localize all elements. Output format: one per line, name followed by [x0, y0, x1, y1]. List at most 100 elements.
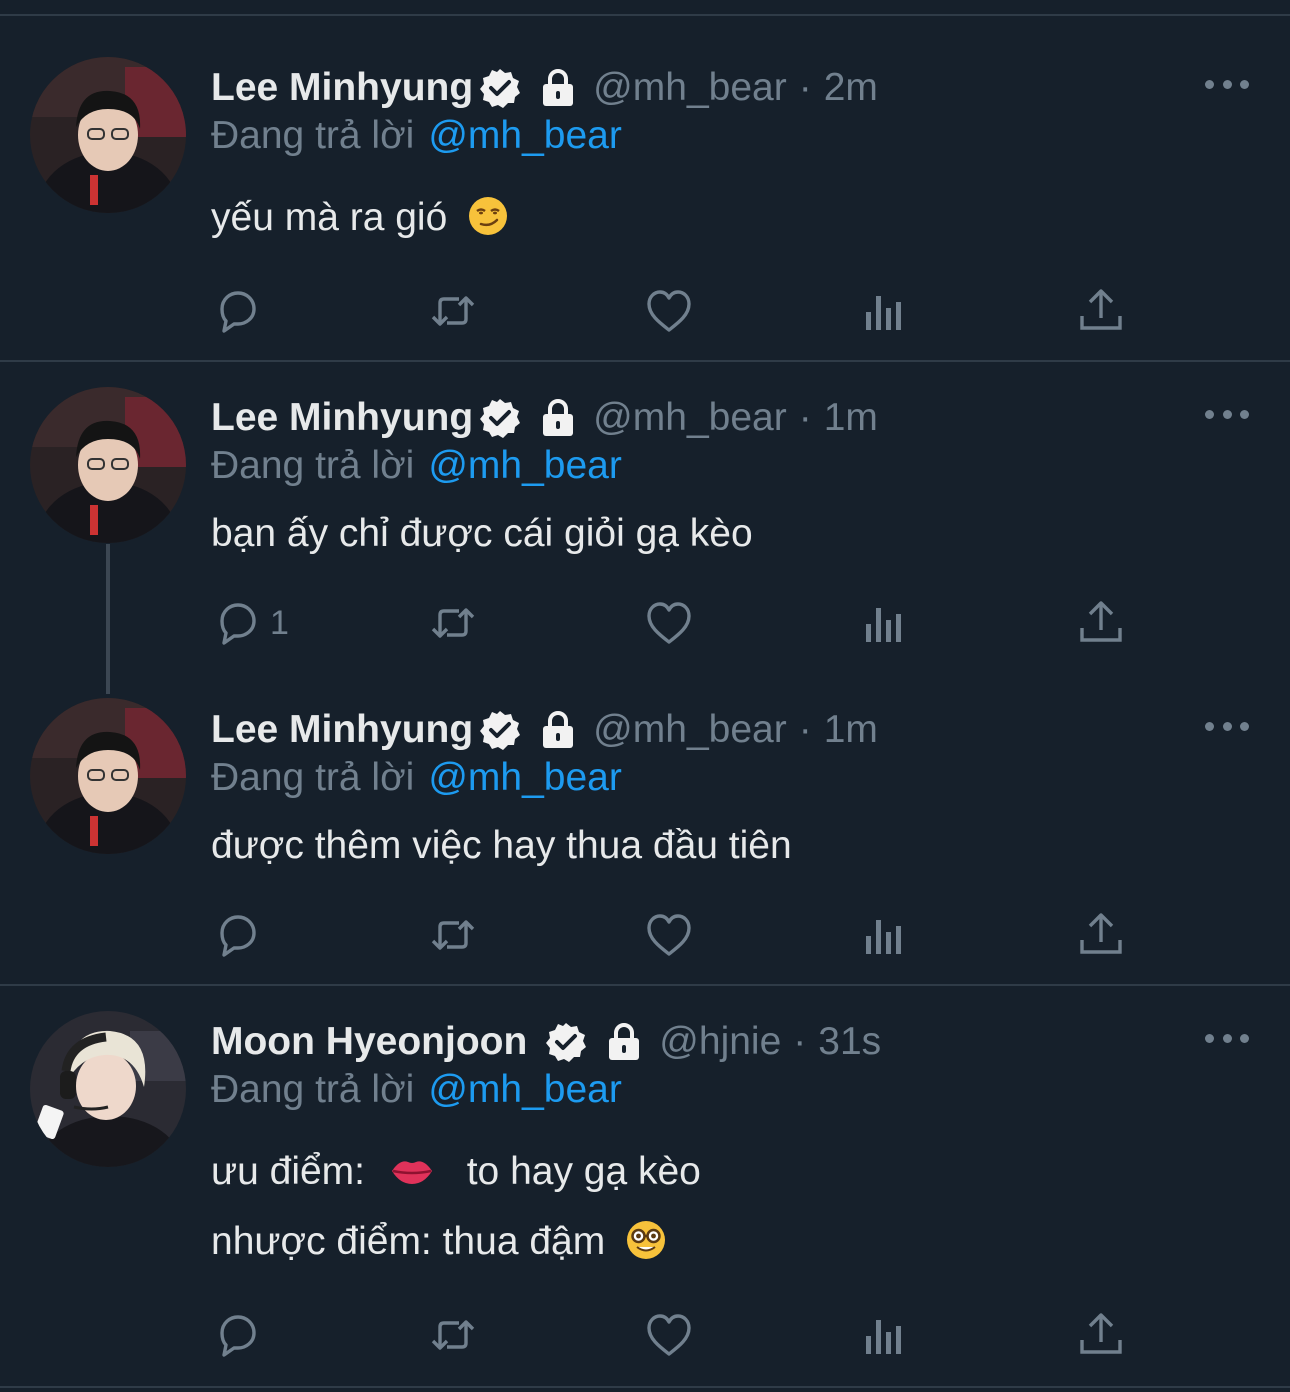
display-name[interactable]: Lee Minhyung [211, 708, 473, 752]
separator-dot: · [793, 1020, 807, 1063]
reply-mention-link[interactable]: @mh_bear [428, 444, 622, 487]
avatar-image [30, 57, 186, 213]
views-button[interactable] [860, 910, 910, 960]
share-button[interactable] [1076, 286, 1126, 336]
retweet-button[interactable] [428, 910, 478, 960]
tweet-text: yếu mà ra gió [211, 196, 508, 240]
tweet-divider [0, 984, 1290, 986]
views-button[interactable] [860, 1310, 910, 1360]
share-button[interactable] [1076, 598, 1126, 648]
handle[interactable]: @hjnie [659, 1020, 781, 1064]
tweet-header: Lee Minhyung @mh_bear · 1m [211, 394, 878, 442]
reply-prefix: Đang trả lời [211, 756, 415, 799]
reply-prefix: Đang trả lời [211, 114, 415, 157]
reply-context: Đang trả lời @mh_bear [211, 756, 622, 800]
handle[interactable]: @mh_bear [593, 708, 787, 752]
more-icon[interactable] [1205, 74, 1249, 94]
like-button[interactable] [644, 598, 694, 648]
retweet-icon [431, 1320, 475, 1350]
like-button[interactable] [644, 910, 694, 960]
like-icon [647, 602, 691, 644]
more-icon[interactable] [1205, 1028, 1249, 1048]
retweet-icon [431, 296, 475, 326]
display-name[interactable]: Lee Minhyung [211, 66, 473, 110]
tweet-header: Lee Minhyung @mh_bear · 2m [211, 64, 878, 112]
share-button[interactable] [1076, 1310, 1126, 1360]
tweet-line: được thêm việc hay thua đầu tiên [211, 824, 792, 867]
tweet-header: Moon Hyeonjoon @hjnie · 31s [211, 1018, 881, 1066]
tweet-actions [0, 910, 1290, 960]
reply-mention-link[interactable]: @mh_bear [428, 1068, 622, 1111]
display-name[interactable]: Lee Minhyung [211, 396, 473, 440]
reply-button[interactable] [212, 1310, 270, 1360]
timestamp[interactable]: 1m [824, 708, 878, 752]
retweet-button[interactable] [428, 1310, 478, 1360]
reply-button[interactable]: 1 [212, 598, 289, 648]
reply-button[interactable] [212, 910, 270, 960]
like-button[interactable] [644, 286, 694, 336]
reply-mention-link[interactable]: @mh_bear [428, 114, 622, 157]
more-icon[interactable] [1205, 404, 1249, 424]
lips-emoji-icon [391, 1161, 432, 1184]
separator-dot: · [798, 396, 812, 439]
retweet-button[interactable] [428, 286, 478, 336]
separator-dot: · [798, 708, 812, 751]
tweet-actions [0, 1310, 1290, 1360]
retweet-button[interactable] [428, 598, 478, 648]
tweet-line: bạn ấy chỉ được cái giỏi gạ kèo [211, 512, 753, 555]
separator-dot: · [798, 66, 812, 109]
share-button[interactable] [1076, 910, 1126, 960]
reply-count: 1 [270, 603, 289, 642]
handle[interactable]: @mh_bear [593, 396, 787, 440]
reply-prefix: Đang trả lời [211, 1068, 415, 1111]
views-icon [866, 920, 901, 954]
avatar[interactable] [30, 57, 186, 213]
reply-prefix: Đang trả lời [211, 444, 415, 487]
tweet-line: nhược điểm: thua đậm [211, 1220, 606, 1263]
reply-context: Đang trả lời @mh_bear [211, 1068, 622, 1112]
reply-mention-link[interactable]: @mh_bear [428, 756, 622, 799]
views-icon [866, 608, 901, 642]
timestamp[interactable]: 31s [818, 1020, 881, 1064]
tweet-text: bạn ấy chỉ được cái giỏi gạ kèo [211, 512, 753, 556]
reply-button[interactable] [212, 286, 270, 336]
reply-icon [220, 603, 256, 645]
reply-context: Đang trả lời @mh_bear [211, 114, 622, 158]
like-icon [647, 1314, 691, 1356]
reply-icon [220, 915, 256, 957]
views-icon [866, 1320, 901, 1354]
views-button[interactable] [860, 598, 910, 648]
lock-icon [543, 69, 574, 106]
share-icon [1080, 289, 1122, 330]
retweet-icon [431, 920, 475, 950]
views-icon [866, 296, 901, 330]
like-icon [647, 290, 691, 332]
tweet-line: to hay gạ kèo [466, 1150, 701, 1193]
top-divider [0, 14, 1290, 16]
handle[interactable]: @mh_bear [593, 66, 787, 110]
more-icon[interactable] [1205, 716, 1249, 736]
tweet-divider [0, 360, 1290, 362]
nerd-emoji-icon [627, 1221, 666, 1259]
timestamp[interactable]: 2m [824, 66, 878, 110]
tweet-header: Lee Minhyung @mh_bear · 1m [211, 706, 878, 754]
avatar-image [30, 387, 186, 543]
tweet-text-line-2: nhược điểm: thua đậm [211, 1220, 666, 1264]
reply-icon [220, 1315, 256, 1357]
views-button[interactable] [860, 286, 910, 336]
avatar-image [30, 698, 186, 854]
verified-badge-icon [546, 1023, 587, 1062]
verified-badge-icon [480, 399, 521, 438]
tweet-actions [0, 286, 1290, 336]
tweet-line: ưu điểm: [211, 1150, 366, 1193]
avatar[interactable] [30, 698, 186, 854]
avatar[interactable] [30, 1011, 186, 1167]
display-name[interactable]: Moon Hyeonjoon [211, 1020, 527, 1064]
timestamp[interactable]: 1m [824, 396, 878, 440]
smirk-emoji-icon [469, 197, 508, 235]
avatar[interactable] [30, 387, 186, 543]
tweet-text-line-1: ưu điểm: to hay gạ kèo [211, 1150, 701, 1194]
verified-badge-icon [480, 711, 521, 750]
like-button[interactable] [644, 1310, 694, 1360]
tweet-actions: 1 [0, 598, 1290, 648]
